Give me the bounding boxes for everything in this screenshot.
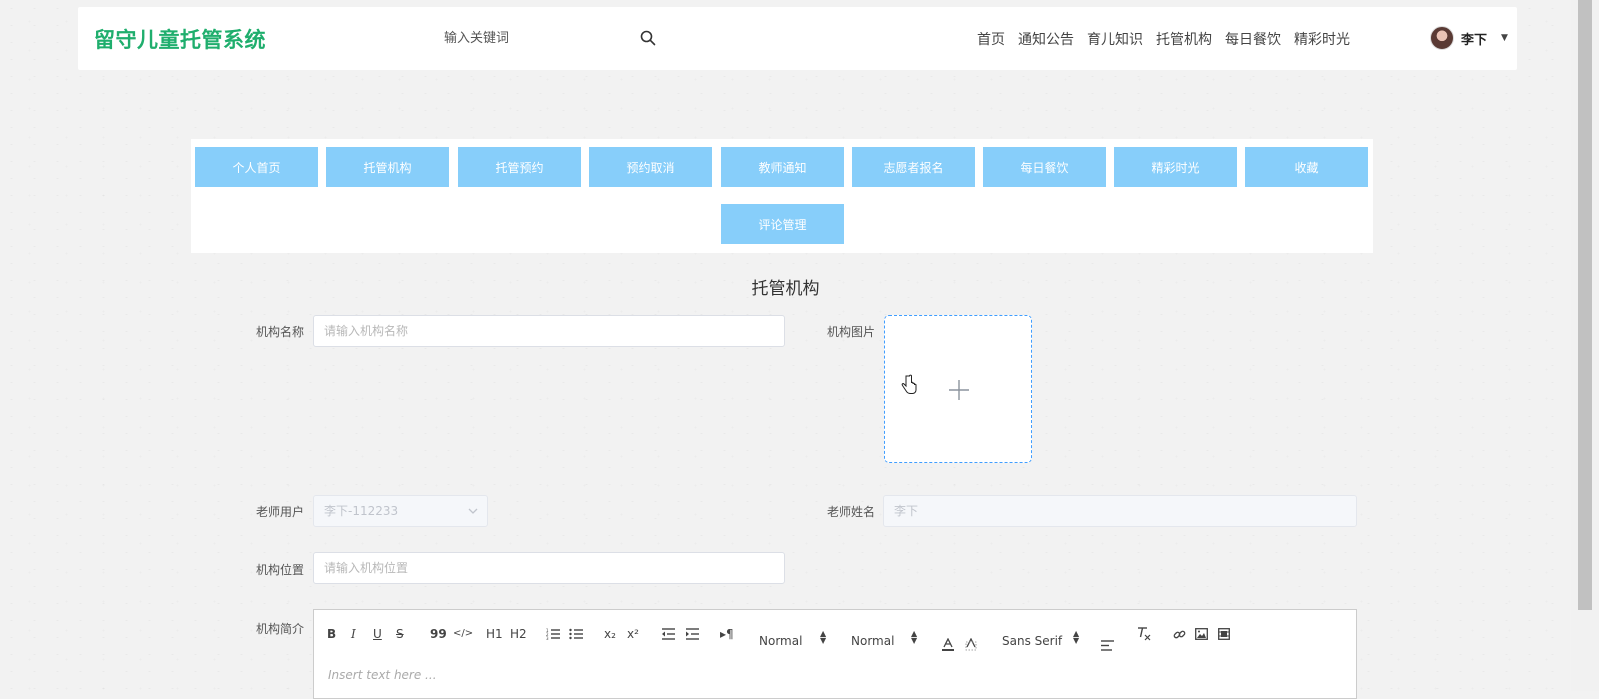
center-menu: 个人首页 托管机构 托管预约 预约取消 教师通知 志愿者报名 每日餐饮 精彩时光… — [191, 139, 1373, 253]
header2-button[interactable]: H2 — [510, 627, 527, 641]
clear-format-icon[interactable] — [1137, 627, 1151, 641]
font-color-icon[interactable] — [942, 638, 954, 651]
chevron-down-icon[interactable] — [466, 504, 480, 518]
form-title: 托管机构 — [751, 279, 820, 299]
rich-text-editor[interactable]: B I U S 99 </> H1 H2 1 2 3 x₂ x² ▸¶ Norm… — [313, 609, 1357, 699]
svg-text:3: 3 — [546, 636, 549, 640]
outdent-icon[interactable] — [662, 628, 675, 640]
superscript-button[interactable]: x² — [627, 627, 639, 641]
nav-moments[interactable]: 精彩时光 — [1294, 29, 1350, 49]
menu-booking[interactable]: 托管预约 — [458, 147, 581, 187]
main-nav: 首页 通知公告 育儿知识 托管机构 每日餐饮 精彩时光 — [977, 29, 1363, 49]
avatar[interactable] — [1430, 26, 1454, 50]
plus-icon[interactable] — [949, 380, 969, 400]
editor-toolbar: B I U S 99 </> H1 H2 1 2 3 x₂ x² ▸¶ Norm… — [314, 610, 1356, 658]
username[interactable]: 李下 — [1461, 29, 1487, 48]
bold-button[interactable]: B — [327, 627, 336, 641]
underline-button[interactable]: U — [373, 627, 382, 641]
nav-notices[interactable]: 通知公告 — [1018, 29, 1074, 49]
institution-location-input[interactable] — [313, 552, 785, 584]
menu-booking-cancel[interactable]: 预约取消 — [589, 147, 712, 187]
italic-button[interactable]: I — [351, 627, 356, 641]
page-scrollbar[interactable] — [1571, 0, 1599, 691]
editor-placeholder[interactable]: Insert text here ... — [328, 668, 437, 682]
blockquote-button[interactable]: 99 — [430, 627, 447, 641]
menu-teacher-notice[interactable]: 教师通知 — [721, 147, 844, 187]
search-bar — [444, 23, 664, 53]
size-select[interactable]: Normal — [759, 634, 802, 648]
search-icon[interactable] — [640, 30, 656, 46]
image-label: 机构图片 — [827, 325, 876, 339]
location-label: 机构位置 — [256, 563, 305, 577]
hand-cursor-icon — [901, 374, 917, 394]
link-icon[interactable] — [1173, 628, 1186, 641]
font-select[interactable]: Sans Serif — [1002, 634, 1062, 648]
menu-meals[interactable]: 每日餐饮 — [983, 147, 1106, 187]
header1-button[interactable]: H1 — [486, 627, 503, 641]
name-label: 机构名称 — [256, 325, 305, 339]
menu-moments[interactable]: 精彩时光 — [1114, 147, 1237, 187]
intro-label: 机构简介 — [256, 622, 305, 636]
bullet-list-icon[interactable] — [569, 628, 583, 640]
menu-institutions[interactable]: 托管机构 — [326, 147, 449, 187]
search-input[interactable] — [444, 23, 624, 53]
video-icon[interactable] — [1218, 628, 1230, 640]
menu-comments[interactable]: 评论管理 — [721, 204, 844, 244]
menu-volunteer[interactable]: 志愿者报名 — [852, 147, 975, 187]
teacher-name-input[interactable] — [883, 495, 1357, 527]
font-select-arrows-icon[interactable]: ▲ ▼ — [1073, 630, 1079, 645]
menu-favorites[interactable]: 收藏 — [1245, 147, 1368, 187]
indent-icon[interactable] — [686, 628, 699, 640]
teacher-name-label: 老师姓名 — [827, 505, 876, 519]
institution-name-input[interactable] — [313, 315, 785, 347]
user-menu[interactable]: 李下 ▼ — [1430, 25, 1508, 51]
nav-parenting[interactable]: 育儿知识 — [1087, 29, 1143, 49]
menu-personal-home[interactable]: 个人首页 — [195, 147, 318, 187]
nav-home[interactable]: 首页 — [977, 29, 1005, 49]
nav-meals[interactable]: 每日餐饮 — [1225, 29, 1281, 49]
scrollbar-thumb[interactable] — [1578, 0, 1592, 610]
align-left-icon[interactable] — [1101, 640, 1114, 651]
code-block-button[interactable]: </> — [453, 627, 473, 641]
top-header: 留守儿童托管系统 首页 通知公告 育儿知识 托管机构 每日餐饮 精彩时光 李下 … — [78, 7, 1517, 70]
teacher-user-label: 老师用户 — [256, 505, 305, 519]
image-icon[interactable] — [1195, 628, 1208, 640]
header-select[interactable]: Normal — [851, 634, 894, 648]
strike-button[interactable]: S — [396, 627, 404, 641]
header-select-arrows-icon[interactable]: ▲ ▼ — [911, 630, 917, 645]
background-color-icon[interactable] — [965, 638, 977, 651]
image-upload[interactable] — [884, 315, 1032, 463]
caret-down-icon[interactable]: ▼ — [1501, 33, 1508, 43]
ordered-list-icon[interactable]: 1 2 3 — [546, 628, 560, 640]
subscript-button[interactable]: x₂ — [604, 627, 616, 641]
nav-institutions[interactable]: 托管机构 — [1156, 29, 1212, 49]
size-select-arrows-icon[interactable]: ▲ ▼ — [820, 630, 826, 645]
text-direction-button[interactable]: ▸¶ — [720, 627, 734, 641]
page-background — [0, 0, 1599, 691]
teacher-user-select[interactable] — [313, 495, 488, 527]
site-logo[interactable]: 留守儿童托管系统 — [94, 24, 266, 54]
